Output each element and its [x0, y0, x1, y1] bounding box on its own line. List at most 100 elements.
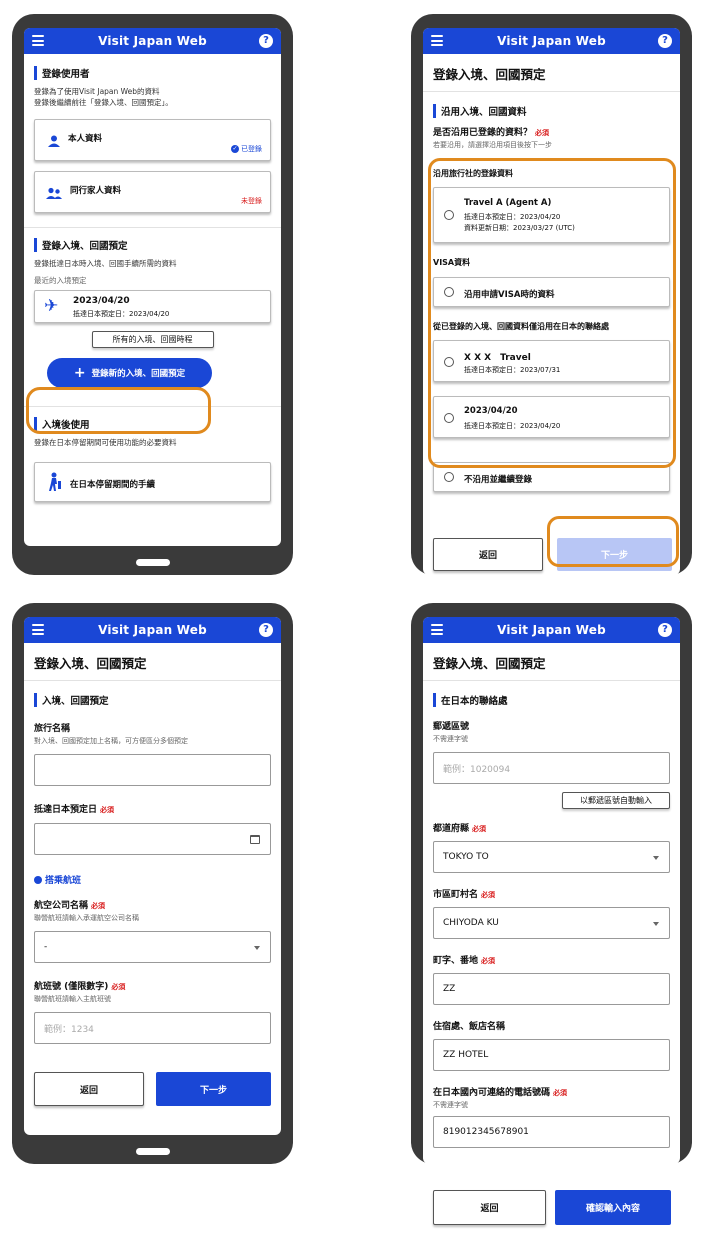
phone-4: Visit Japan Web ? 登錄入境、回國預定 在日本的聯絡處 郵遞區號…	[411, 603, 692, 1164]
section-desc: 登錄抵達日本時入境、回國手續所需的資料	[34, 258, 177, 268]
auto-fill-button[interactable]: 以郵遞區號自動輸入	[562, 792, 670, 809]
highlight-new-trip	[26, 387, 211, 434]
radio-button[interactable]	[444, 472, 454, 482]
menu-icon[interactable]	[431, 35, 443, 46]
arrival-label: 抵達日本預定日 必須	[24, 802, 281, 815]
label-text: 抵達日本預定日	[34, 805, 98, 815]
section-reuse: 沿用入境、回國資料	[433, 104, 670, 118]
all-trips-button[interactable]: 所有的入境、回國時程	[91, 330, 214, 348]
question-text: 是否沿用已登錄的資料？	[433, 128, 533, 138]
label-text: 航班號 (僅限數字)	[34, 982, 109, 992]
no-reuse-label: 不沿用並繼續登錄	[464, 475, 533, 485]
phone-2: Visit Japan Web ? 登錄入境、回國預定 沿用入境、回國資料 是否…	[411, 14, 692, 575]
card-label: 同行家人資料	[70, 185, 122, 196]
home-indicator	[135, 1148, 170, 1155]
airline-value: -	[44, 942, 48, 952]
check-icon: ✓	[231, 144, 239, 153]
postal-input[interactable]: 範例：1020094	[433, 752, 670, 784]
app-title: Visit Japan Web	[497, 34, 606, 48]
app-title: Visit Japan Web	[98, 34, 207, 48]
help-icon[interactable]: ?	[259, 34, 273, 48]
card-family-info[interactable]: 同行家人資料 未登錄	[34, 170, 271, 213]
phone-label: 在日本國內可連絡的電話號碼 必須	[423, 1085, 680, 1098]
traveler-icon	[45, 472, 63, 496]
trip-name-input[interactable]	[34, 754, 271, 786]
required-badge: 必須	[535, 129, 550, 137]
status-badge-registered: ✓ 已登錄	[231, 144, 262, 154]
reuse-question: 是否沿用已登錄的資料？ 必須	[423, 125, 680, 138]
trip-name-label: 旅行名稱	[34, 724, 71, 734]
flight-no-label: 航班號 (僅限數字) 必須	[24, 979, 281, 992]
page-title: 登錄入境、回國預定	[24, 643, 281, 681]
flight-section-head: 搭乘航班	[34, 873, 271, 886]
card-label: 本人資料	[68, 133, 103, 144]
card-label: 在日本停留期間的手續	[70, 480, 156, 491]
section-desc: 登錄後繼續前往「登錄入境、回國預定」。	[34, 97, 173, 107]
label-text: 都道府縣	[433, 824, 470, 834]
back-button[interactable]: 返回	[433, 1190, 546, 1225]
group-icon	[45, 184, 63, 203]
postal-placeholder: 範例：1020094	[443, 764, 511, 775]
trip-arrival: 抵達日本預定日：2023/04/20	[73, 309, 170, 318]
help-icon[interactable]: ?	[658, 623, 672, 637]
required-badge: 必須	[481, 957, 496, 965]
help-icon[interactable]: ?	[658, 34, 672, 48]
page-title: 登錄入境、回國預定	[423, 643, 680, 681]
addr-label: 町字、番地 必須	[423, 953, 680, 966]
chevron-down-icon	[653, 856, 659, 860]
help-icon[interactable]: ?	[259, 623, 273, 637]
city-select[interactable]: CHIYODA KU	[433, 907, 670, 939]
app-bar: Visit Japan Web ?	[423, 28, 680, 54]
plus-icon: +	[73, 364, 86, 381]
page-title: 登錄入境、回國預定	[423, 54, 680, 92]
hotel-input[interactable]: ZZ HOTEL	[433, 1039, 670, 1071]
pref-value: TOKYO TO	[443, 852, 489, 862]
phone-value: 819012345678901	[443, 1127, 529, 1137]
flight-no-hint: 聯營航班請輸入主航班號	[34, 995, 111, 1003]
menu-icon[interactable]	[32, 35, 44, 46]
phone-input[interactable]: 819012345678901	[433, 1116, 670, 1148]
airline-select[interactable]: -	[34, 931, 271, 963]
stay-procedures-card[interactable]: 在日本停留期間的手續	[34, 462, 271, 503]
required-badge: 必須	[100, 806, 115, 814]
phone-1: Visit Japan Web ? 登錄使用者 登錄為了使用Visit Japa…	[12, 14, 293, 575]
required-badge: 必須	[472, 825, 487, 833]
app-bar: Visit Japan Web ?	[423, 617, 680, 643]
airline-hint: 聯營航班請輸入承運航空公司名稱	[34, 914, 139, 922]
screen-home: Visit Japan Web ? 登錄使用者 登錄為了使用Visit Japa…	[24, 28, 281, 546]
next-button[interactable]: 下一步	[156, 1072, 271, 1106]
card-self-info[interactable]: 本人資料 ✓ 已登錄	[34, 118, 271, 161]
home-indicator	[135, 559, 170, 566]
trip-date: 2023/04/20	[73, 295, 130, 306]
label-text: 航空公司名稱	[34, 901, 89, 911]
hotel-value: ZZ HOTEL	[443, 1050, 489, 1060]
section-desc: 登錄為了使用Visit Japan Web的資料	[34, 87, 160, 96]
divider	[24, 226, 281, 228]
section-trip: 入境、回國預定	[34, 693, 271, 707]
back-button[interactable]: 返回	[433, 538, 543, 571]
flight-no-placeholder: 範例：1234	[44, 1024, 94, 1035]
app-bar: Visit Japan Web ?	[24, 617, 281, 643]
app-title: Visit Japan Web	[497, 623, 606, 637]
chevron-down-icon	[653, 922, 659, 926]
addr-input[interactable]: ZZ	[433, 973, 670, 1005]
hotel-label: 住宿處、飯店名稱	[433, 1022, 506, 1032]
menu-icon[interactable]	[431, 624, 443, 635]
question-hint: 若要沿用，請選擇沿用項目後按下一步	[433, 141, 552, 149]
arrival-date-input[interactable]	[34, 823, 271, 855]
city-value: CHIYODA KU	[443, 918, 499, 928]
recent-trip-card[interactable]: ✈ 2023/04/20 抵達日本預定日：2023/04/20	[34, 289, 271, 323]
status-text: 已登錄	[241, 144, 262, 153]
phone-3: Visit Japan Web ? 登錄入境、回國預定 入境、回國預定 旅行名稱…	[12, 603, 293, 1164]
back-button[interactable]: 返回	[34, 1072, 144, 1106]
flight-no-input[interactable]: 範例：1234	[34, 1012, 271, 1044]
pref-select[interactable]: TOKYO TO	[433, 841, 670, 873]
app-title: Visit Japan Web	[98, 623, 207, 637]
chevron-down-icon	[254, 946, 260, 950]
confirm-button[interactable]: 確認輸入內容	[555, 1190, 671, 1225]
required-badge: 必須	[91, 902, 106, 910]
menu-icon[interactable]	[32, 624, 44, 635]
calendar-icon[interactable]	[250, 835, 260, 844]
new-trip-button[interactable]: + 登錄新的入境、回國預定	[47, 357, 212, 388]
required-badge: 必須	[553, 1089, 568, 1097]
